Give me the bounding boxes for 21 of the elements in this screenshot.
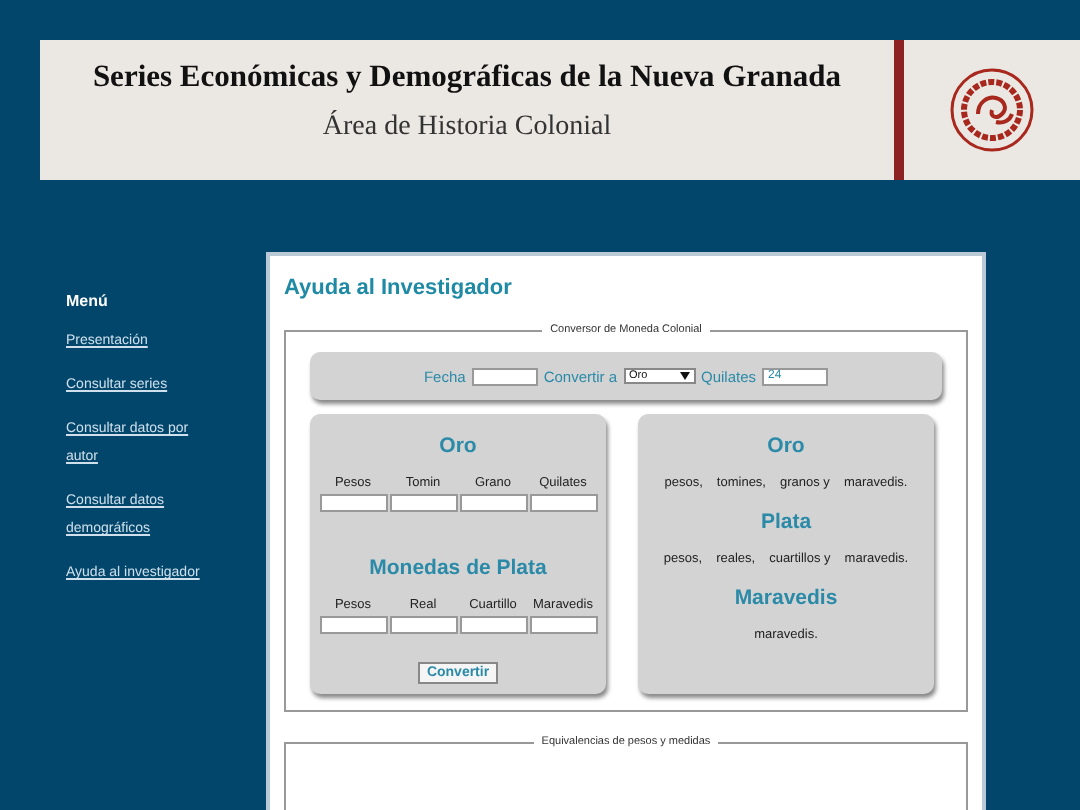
section-heading: Monedas de Plata: [369, 556, 547, 580]
input-field[interactable]: [389, 494, 457, 512]
page-title: Ayuda al Investigador: [284, 276, 514, 300]
input-field[interactable]: [459, 494, 527, 512]
date-field[interactable]: [471, 367, 538, 385]
input-field[interactable]: [319, 616, 387, 634]
divider-bar: [894, 40, 904, 180]
input-field[interactable]: [459, 616, 527, 634]
site-subtitle: Área de Historia Colonial: [322, 112, 612, 144]
menu-heading: Menú: [66, 292, 110, 310]
site-title: Series Económicas y Demográficas de la Nueva Granada: [92, 60, 842, 96]
input-field[interactable]: [529, 494, 597, 512]
dropdown-arrow-icon: [679, 372, 690, 380]
input-field[interactable]: [319, 494, 387, 512]
input-field[interactable]: [389, 616, 457, 634]
circular-seal-icon: [948, 66, 1036, 154]
section-heading: Oro: [767, 434, 805, 458]
section-heading: Plata: [760, 510, 812, 534]
section-heading: Oro: [439, 434, 477, 458]
section-heading: Maravedis: [734, 586, 838, 610]
input-field[interactable]: [529, 616, 597, 634]
